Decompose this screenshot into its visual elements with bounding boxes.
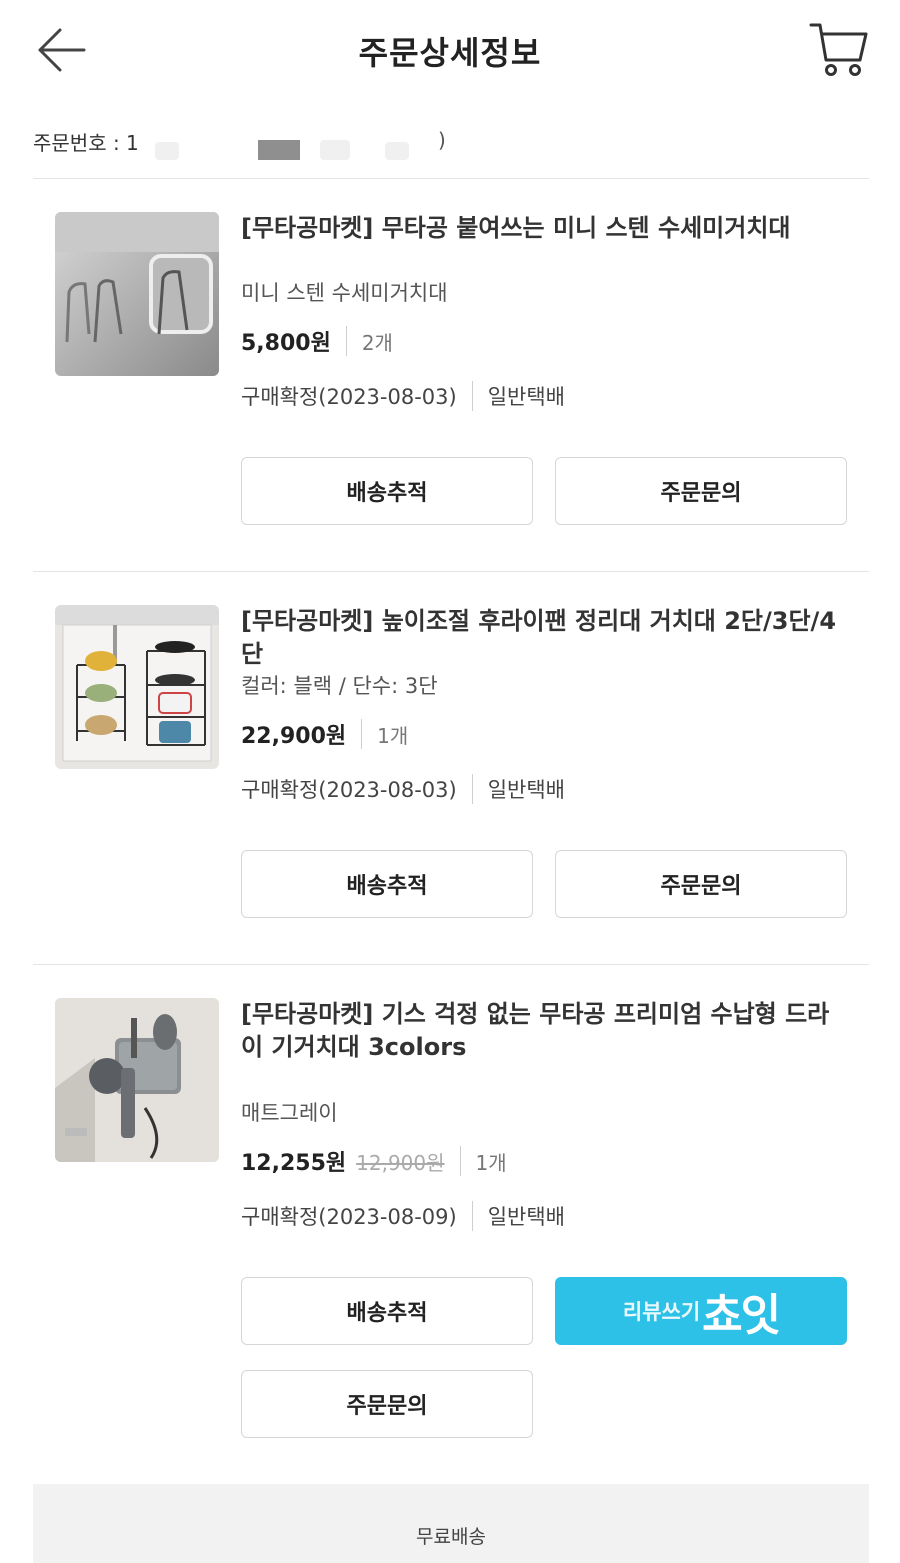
product-quantity: 1개: [475, 1150, 507, 1175]
delivery-type: 일반택배: [487, 1205, 565, 1229]
product-option: 미니 스텐 수세미거치대: [241, 281, 448, 305]
order-status: 구매확정(2023-08-09): [241, 1205, 457, 1229]
product-title[interactable]: [무타공마켓] 기스 걱정 없는 무타공 프리미엄 수납형 드라이 기거치대 3…: [241, 998, 851, 1064]
review-label: 리뷰쓰기: [622, 1300, 701, 1324]
price-row: 22,900원 1개: [241, 718, 408, 750]
page-title: 주문상세정보: [358, 34, 542, 72]
header-bar: 주문상세정보: [0, 0, 900, 100]
divider: [33, 571, 869, 572]
original-price: 12,900원: [356, 1150, 445, 1175]
review-logo: 쵸잇: [702, 1290, 781, 1341]
order-number-trailing: ): [438, 128, 446, 152]
order-number: 주문번호 : 1: [33, 131, 139, 155]
divider: [33, 964, 869, 965]
status-row: 구매확정(2023-08-03) 일반택배: [241, 379, 565, 413]
separator: [471, 381, 473, 411]
separator: [471, 1201, 473, 1231]
order-inquiry-button[interactable]: 주문문의: [555, 850, 847, 918]
product-quantity: 1개: [377, 723, 409, 748]
track-delivery-button[interactable]: 배송추적: [241, 850, 533, 918]
shipping-summary-bar: 무료배송: [33, 1484, 869, 1563]
delivery-type: 일반택배: [487, 385, 565, 409]
delivery-type: 일반택배: [487, 778, 565, 802]
product-image[interactable]: [55, 998, 219, 1162]
product-image[interactable]: [55, 212, 219, 376]
price-row: 5,800원 2개: [241, 325, 393, 357]
separator: [459, 1146, 461, 1176]
cart-icon: [809, 23, 868, 76]
separator: [471, 774, 473, 804]
separator: [345, 326, 347, 356]
divider: [33, 178, 869, 179]
price-row: 12,255원 12,900원 1개: [241, 1145, 507, 1177]
order-status: 구매확정(2023-08-03): [241, 385, 457, 409]
masked-text: [320, 140, 350, 160]
track-delivery-button[interactable]: 배송추적: [241, 457, 533, 525]
status-row: 구매확정(2023-08-03) 일반택배: [241, 772, 565, 806]
product-price: 5,800원: [241, 331, 331, 356]
cart-button[interactable]: [808, 20, 870, 78]
order-inquiry-button[interactable]: 주문문의: [241, 1370, 533, 1438]
product-quantity: 2개: [361, 330, 393, 355]
product-title[interactable]: [무타공마켓] 높이조절 후라이팬 정리대 거치대 2단/3단/4단: [241, 605, 851, 671]
separator: [361, 719, 363, 749]
masked-text: [385, 142, 409, 160]
product-image[interactable]: [55, 605, 219, 769]
status-row: 구매확정(2023-08-09) 일반택배: [241, 1199, 565, 1233]
order-inquiry-button[interactable]: 주문문의: [555, 457, 847, 525]
shipping-fee-label: 무료배송: [416, 1526, 486, 1548]
track-delivery-button[interactable]: 배송추적: [241, 1277, 533, 1345]
write-review-button[interactable]: 리뷰쓰기 쵸잇: [555, 1277, 847, 1345]
product-price: 22,900원: [241, 724, 347, 749]
order-status: 구매확정(2023-08-03): [241, 778, 457, 802]
product-price: 12,255원: [241, 1151, 347, 1176]
product-option: 매트그레이: [241, 1101, 338, 1125]
product-option: 컬러: 블랙 / 단수: 3단: [241, 674, 438, 698]
product-title[interactable]: [무타공마켓] 무타공 붙여쓰는 미니 스텐 수세미거치대: [241, 212, 851, 245]
masked-text: [258, 140, 300, 160]
masked-text: [155, 142, 179, 160]
